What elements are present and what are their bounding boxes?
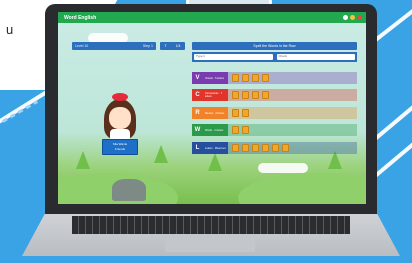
letter-tile[interactable] (262, 74, 269, 82)
letter-tile[interactable] (232, 109, 239, 117)
row-tiles (228, 142, 357, 154)
letter-tile[interactable] (242, 91, 249, 99)
row-info: Vowels · 5 letters (203, 72, 228, 84)
letter-tile[interactable] (282, 144, 289, 152)
character-girl: Mia Wants Friends (100, 93, 140, 179)
row-tiles (228, 107, 357, 119)
mode-button[interactable]: T 1/4 (160, 42, 185, 50)
mode-right: 1/4 (175, 44, 181, 48)
row-letter-badge: W (192, 124, 203, 136)
laptop-screen: Word English Level 10 Step 1 T 1/4 Spell… (58, 12, 366, 204)
letter-tile[interactable] (242, 144, 249, 152)
row-info: Review · 3 letters (203, 107, 228, 119)
letter-tile[interactable] (262, 91, 269, 99)
cloud (258, 163, 308, 173)
row-tiles (228, 89, 357, 101)
row-letter-badge: L (192, 142, 203, 154)
mode-left: T (164, 44, 167, 48)
letter-tile[interactable] (232, 74, 239, 82)
tree (208, 153, 222, 171)
tree (76, 151, 90, 169)
letter-tile[interactable] (242, 74, 249, 82)
row-letter-badge: R (192, 107, 203, 119)
row-letter-badge: C (192, 89, 203, 101)
row-tiles (228, 72, 357, 84)
hill (238, 173, 366, 204)
background-text: u (6, 22, 14, 37)
letter-tile[interactable] (262, 144, 269, 152)
close-icon[interactable] (357, 15, 362, 20)
word-row[interactable]: L Letters · Mixed set (192, 142, 357, 154)
header-icons (343, 15, 362, 20)
level-bar[interactable]: Level 10 Step 1 (72, 42, 156, 50)
character-sign[interactable]: Mia Wants Friends (102, 139, 138, 155)
check-input[interactable]: Check (276, 54, 355, 60)
girl-bow (112, 93, 128, 101)
word-row[interactable]: C Consonants · 7 letters (192, 89, 357, 101)
row-info: Letters · Mixed set (203, 142, 228, 154)
letter-tile[interactable] (272, 144, 279, 152)
letter-tile[interactable] (252, 144, 259, 152)
level-label: Level 10 (75, 44, 89, 48)
word-row[interactable]: R Review · 3 letters (192, 107, 357, 119)
word-row[interactable]: V Vowels · 5 letters (192, 72, 357, 84)
star-icon[interactable] (350, 15, 355, 20)
word-row[interactable]: W Words · 2 letters (192, 124, 357, 136)
rocks (112, 179, 146, 201)
app-header: Word English (58, 12, 366, 23)
background-dots (1, 100, 39, 123)
tree (154, 145, 168, 163)
app-title: Word English (64, 14, 97, 21)
row-letter-badge: V (192, 72, 203, 84)
letter-tile[interactable] (232, 144, 239, 152)
row-info: Words · 2 letters (203, 124, 228, 136)
girl-face (109, 107, 131, 129)
main-header-bar: Spell the Words in the Row (192, 42, 357, 50)
letter-tile[interactable] (232, 126, 239, 134)
row-tiles (228, 124, 357, 136)
sign-line-2: Friends (114, 147, 125, 151)
game-scene: Level 10 Step 1 T 1/4 Spell the Words in… (58, 23, 366, 204)
letter-tile[interactable] (252, 91, 259, 99)
trackpad (165, 238, 255, 252)
help-icon[interactable] (343, 15, 348, 20)
letter-tile[interactable] (252, 74, 259, 82)
answer-input[interactable]: Type it (194, 54, 273, 60)
main-header-label: Spell the Words in the Row (253, 44, 296, 48)
level-value: Step 1 (142, 44, 153, 48)
letter-tile[interactable] (232, 91, 239, 99)
input-row: Type it Check (192, 52, 357, 62)
keyboard (72, 216, 350, 234)
letter-tile[interactable] (242, 126, 249, 134)
letter-tile[interactable] (242, 109, 249, 117)
row-info: Consonants · 7 letters (203, 89, 228, 101)
